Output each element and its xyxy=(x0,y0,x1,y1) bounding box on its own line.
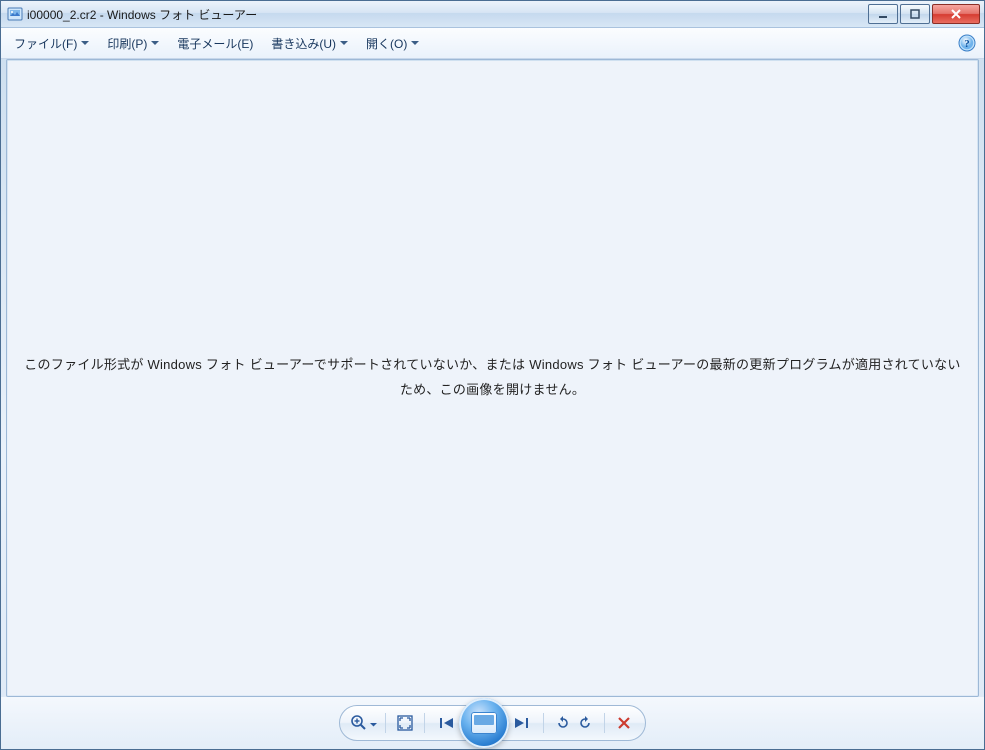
window-title: i00000_2.cr2 - Windows フォト ビューアー xyxy=(27,6,868,23)
chevron-down-icon xyxy=(81,41,89,46)
menu-burn-label: 書き込み(U) xyxy=(271,35,336,52)
slideshow-icon xyxy=(471,712,497,734)
help-button[interactable]: ? xyxy=(958,34,976,52)
fit-window-button[interactable] xyxy=(394,710,416,736)
slideshow-button[interactable] xyxy=(459,698,509,748)
chevron-down-icon xyxy=(411,41,419,46)
menu-open[interactable]: 開く(O) xyxy=(359,31,424,55)
menu-open-label: 開く(O) xyxy=(366,35,407,52)
rotate-cw-button[interactable] xyxy=(574,710,596,736)
menu-burn[interactable]: 書き込み(U) xyxy=(264,31,353,55)
menu-email[interactable]: 電子メール(E) xyxy=(170,31,258,55)
error-message: このファイル形式が Windows フォト ビューアーでサポートされていないか、… xyxy=(23,353,963,402)
menu-print[interactable]: 印刷(P) xyxy=(100,31,164,55)
menubar: ファイル(F) 印刷(P) 電子メール(E) 書き込み(U) 開く(O) ? xyxy=(1,28,984,59)
separator xyxy=(424,713,425,733)
minimize-button[interactable] xyxy=(868,4,898,24)
close-button[interactable] xyxy=(932,4,980,24)
menu-email-label: 電子メール(E) xyxy=(177,35,253,52)
navigation-group xyxy=(433,698,535,748)
next-button[interactable] xyxy=(505,710,535,736)
zoom-button[interactable] xyxy=(350,710,377,736)
separator xyxy=(604,713,605,733)
menu-file-label: ファイル(F) xyxy=(14,35,77,52)
chevron-down-icon xyxy=(370,716,377,730)
separator xyxy=(385,713,386,733)
chevron-down-icon xyxy=(151,41,159,46)
chevron-down-icon xyxy=(340,41,348,46)
delete-button[interactable] xyxy=(613,710,635,736)
window-controls xyxy=(868,4,980,24)
svg-text:?: ? xyxy=(964,38,970,50)
viewer-frame: このファイル形式が Windows フォト ビューアーでサポートされていないか、… xyxy=(6,59,979,697)
menu-file[interactable]: ファイル(F) xyxy=(7,31,94,55)
menu-print-label: 印刷(P) xyxy=(107,35,147,52)
titlebar[interactable]: i00000_2.cr2 - Windows フォト ビューアー xyxy=(1,1,984,28)
control-strip xyxy=(1,697,984,749)
control-pill xyxy=(339,705,646,741)
separator xyxy=(543,713,544,733)
image-viewport: このファイル形式が Windows フォト ビューアーでサポートされていないか、… xyxy=(8,61,977,695)
rotate-ccw-button[interactable] xyxy=(552,710,574,736)
app-icon xyxy=(7,6,23,22)
maximize-button[interactable] xyxy=(900,4,930,24)
photo-viewer-window: i00000_2.cr2 - Windows フォト ビューアー ファイル(F)… xyxy=(0,0,985,750)
